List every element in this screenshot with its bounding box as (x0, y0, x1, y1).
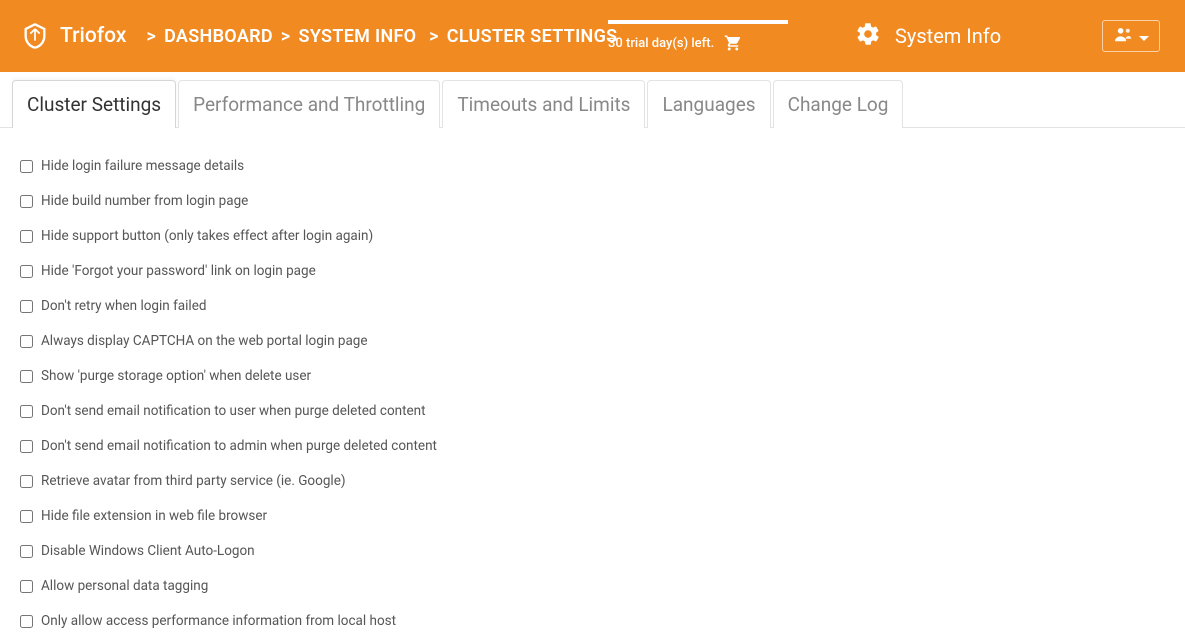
setting-label[interactable]: Don't retry when login failed (41, 298, 206, 314)
setting-row: Hide file extension in web file browser (20, 508, 1165, 524)
setting-row: Hide 'Forgot your password' link on logi… (20, 263, 1165, 279)
breadcrumb-systeminfo[interactable]: SYSTEM INFO (299, 26, 417, 47)
trial-text: 30 trial day(s) left. (608, 36, 714, 51)
setting-label[interactable]: Hide file extension in web file browser (41, 508, 267, 524)
breadcrumb: > DASHBOARD > SYSTEM INFO > CLUSTER SETT… (144, 26, 617, 47)
breadcrumb-separator: > (281, 26, 291, 47)
sysinfo-label: System Info (895, 24, 1001, 48)
setting-label[interactable]: Always display CAPTCHA on the web portal… (41, 333, 368, 349)
setting-row: Hide login failure message details (20, 158, 1165, 174)
setting-row: Hide support button (only takes effect a… (20, 228, 1165, 244)
user-icon (1113, 26, 1133, 46)
setting-label[interactable]: Disable Windows Client Auto-Logon (41, 543, 255, 559)
tabs-container: Cluster SettingsPerformance and Throttli… (0, 72, 1185, 128)
setting-label[interactable]: Allow personal data tagging (41, 578, 208, 594)
setting-row: Disable Windows Client Auto-Logon (20, 543, 1165, 559)
setting-checkbox[interactable] (20, 370, 33, 383)
trial-area: 30 trial day(s) left. (608, 20, 788, 52)
setting-label[interactable]: Show 'purge storage option' when delete … (41, 368, 311, 384)
setting-label[interactable]: Don't send email notification to admin w… (41, 438, 437, 454)
setting-checkbox[interactable] (20, 230, 33, 243)
setting-checkbox[interactable] (20, 160, 33, 173)
trial-progress-bar (608, 20, 788, 24)
setting-row: Don't send email notification to user wh… (20, 403, 1165, 419)
logo-area: Triofox > DASHBOARD > SYSTEM INFO > CLUS… (20, 21, 617, 51)
setting-label[interactable]: Hide support button (only takes effect a… (41, 228, 373, 244)
setting-row: Always display CAPTCHA on the web portal… (20, 333, 1165, 349)
tab-languages[interactable]: Languages (647, 80, 770, 128)
setting-checkbox[interactable] (20, 510, 33, 523)
setting-label[interactable]: Hide 'Forgot your password' link on logi… (41, 263, 316, 279)
setting-label[interactable]: Don't send email notification to user wh… (41, 403, 426, 419)
setting-checkbox[interactable] (20, 265, 33, 278)
breadcrumb-clustersettings[interactable]: CLUSTER SETTINGS (447, 26, 618, 47)
setting-checkbox[interactable] (20, 615, 33, 628)
setting-checkbox[interactable] (20, 440, 33, 453)
setting-checkbox[interactable] (20, 195, 33, 208)
gear-icon (855, 21, 881, 51)
setting-label[interactable]: Only allow access performance informatio… (41, 613, 396, 629)
settings-content[interactable]: Hide login failure message details Hide b… (0, 128, 1185, 638)
setting-row: Show 'purge storage option' when delete … (20, 368, 1165, 384)
setting-row: Don't send email notification to admin w… (20, 438, 1165, 454)
setting-row: Only allow access performance informatio… (20, 613, 1165, 629)
setting-checkbox[interactable] (20, 475, 33, 488)
breadcrumb-separator: > (146, 26, 156, 47)
app-header: Triofox > DASHBOARD > SYSTEM INFO > CLUS… (0, 0, 1185, 72)
setting-label[interactable]: Retrieve avatar from third party service… (41, 473, 346, 489)
chevron-down-icon (1139, 27, 1149, 46)
setting-row: Don't retry when login failed (20, 298, 1165, 314)
setting-label[interactable]: Hide build number from login page (41, 193, 248, 209)
setting-checkbox[interactable] (20, 580, 33, 593)
tab-cluster-settings[interactable]: Cluster Settings (12, 80, 176, 128)
cart-icon[interactable] (724, 34, 742, 52)
setting-checkbox[interactable] (20, 335, 33, 348)
setting-checkbox[interactable] (20, 405, 33, 418)
setting-checkbox[interactable] (20, 300, 33, 313)
tab-performance-and-throttling[interactable]: Performance and Throttling (178, 80, 440, 128)
content-wrapper: Hide login failure message details Hide b… (0, 128, 1185, 638)
breadcrumb-separator: > (424, 26, 438, 47)
brand-name: Triofox (60, 24, 126, 48)
breadcrumb-dashboard[interactable]: DASHBOARD (164, 26, 273, 47)
tab-change-log[interactable]: Change Log (773, 80, 904, 128)
tab-timeouts-and-limits[interactable]: Timeouts and Limits (442, 80, 645, 128)
logo-icon (20, 21, 50, 51)
setting-label[interactable]: Hide login failure message details (41, 158, 244, 174)
setting-row: Allow personal data tagging (20, 578, 1165, 594)
setting-row: Hide build number from login page (20, 193, 1165, 209)
user-menu[interactable] (1102, 20, 1160, 52)
setting-checkbox[interactable] (20, 545, 33, 558)
setting-row: Retrieve avatar from third party service… (20, 473, 1165, 489)
sysinfo-area[interactable]: System Info (855, 21, 1001, 51)
